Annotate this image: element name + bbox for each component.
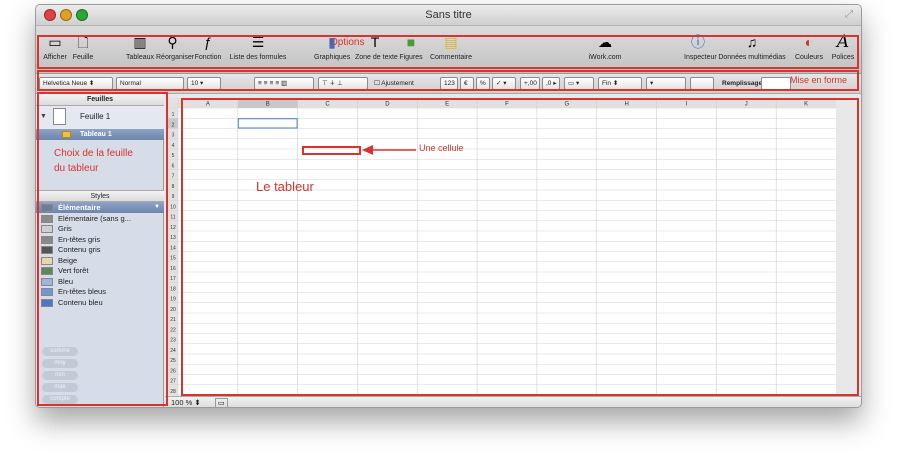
row-header-label[interactable]: 8 — [172, 184, 175, 190]
grid-annotation-box — [181, 98, 859, 396]
row-header-label[interactable]: 11 — [170, 215, 175, 221]
row-header-label[interactable]: 3 — [172, 133, 175, 139]
row-header-label[interactable]: 1 — [172, 112, 175, 118]
zoom-select[interactable]: 100 % ⬍ — [171, 398, 201, 407]
row-header-label[interactable]: 9 — [172, 194, 175, 200]
choix-annotation-line2: du tableur — [54, 163, 99, 174]
row-header-label[interactable]: 16 — [170, 266, 176, 272]
row-header-label[interactable]: 18 — [170, 286, 176, 292]
row-header-label[interactable]: 22 — [170, 327, 176, 333]
row-header-label[interactable]: 20 — [170, 307, 176, 313]
sidebar-annotation-box — [37, 92, 168, 406]
row-header-label[interactable]: 15 — [170, 256, 176, 262]
tableur-annotation: Le tableur — [256, 179, 314, 194]
cell-annotation-arrow — [362, 145, 416, 155]
options-annotation: Options — [330, 37, 365, 48]
row-header-label[interactable]: 19 — [170, 297, 176, 303]
row-header-label[interactable]: 21 — [170, 317, 176, 323]
row-header-label[interactable]: 10 — [170, 204, 176, 210]
row-header-label[interactable]: 26 — [170, 368, 176, 374]
row-header-label[interactable]: 17 — [170, 276, 176, 282]
cell-annotation-box — [302, 146, 361, 155]
row-header-label[interactable]: 24 — [170, 348, 176, 354]
title-bar: Sans titre ⤢ — [36, 5, 861, 26]
toolbar-annotation-box — [37, 35, 859, 69]
row-header-label[interactable]: 28 — [170, 389, 176, 395]
row-header-label[interactable]: 4 — [172, 143, 175, 149]
cell-annotation: Une cellule — [419, 143, 464, 153]
row-header-label[interactable]: 12 — [170, 225, 176, 231]
row-header-label[interactable]: 2 — [172, 122, 175, 128]
format-annotation-box — [37, 70, 859, 91]
fullscreen-icon[interactable]: ⤢ — [845, 9, 853, 20]
row-header-label[interactable]: 7 — [172, 174, 175, 180]
window-title: Sans titre — [425, 9, 472, 21]
row-header-label[interactable]: 14 — [170, 245, 176, 251]
row-header-label[interactable]: 13 — [170, 235, 176, 241]
row-header-label[interactable]: 25 — [170, 358, 176, 364]
mise-en-forme-annotation: Mise en forme — [790, 75, 848, 85]
row-header-label[interactable]: 27 — [170, 379, 176, 385]
page-view-icon[interactable]: ▭ — [215, 398, 228, 407]
row-header-label[interactable]: 6 — [172, 163, 175, 169]
row-header-label[interactable]: 23 — [170, 338, 176, 344]
row-header-label[interactable]: 5 — [172, 153, 175, 159]
choix-annotation-line1: Choix de la feuille — [54, 148, 133, 159]
zoom-bar: 100 % ⬍ ▭ — [165, 396, 861, 407]
